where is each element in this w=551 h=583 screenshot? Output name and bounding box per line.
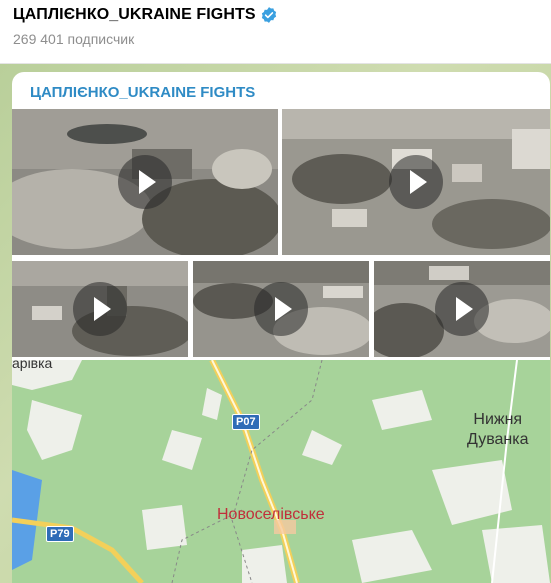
village-line-2: Дуванка bbox=[467, 431, 529, 448]
channel-title-row[interactable]: ЦАПЛІЄНКО_UKRAINE FIGHTS bbox=[13, 6, 278, 24]
video-thumbnail-2[interactable] bbox=[282, 109, 550, 255]
road-badge-p07: P07 bbox=[232, 414, 260, 430]
play-icon[interactable] bbox=[118, 155, 172, 209]
channel-name[interactable]: ЦАПЛІЄНКО_UKRAINE FIGHTS bbox=[13, 6, 256, 24]
play-icon[interactable] bbox=[254, 282, 308, 336]
map-preview[interactable]: арівка P07 P79 Нижня Дуванка Новоселівсь… bbox=[12, 360, 550, 583]
map-village-label: Нижня Дуванка bbox=[467, 410, 529, 450]
message-author[interactable]: ЦАПЛІЄНКО_UKRAINE FIGHTS bbox=[30, 84, 255, 101]
channel-header[interactable]: ЦАПЛІЄНКО_UKRAINE FIGHTS 269 401 подписч… bbox=[0, 0, 551, 64]
map-canvas bbox=[12, 360, 550, 583]
map-place-label: арівка bbox=[12, 360, 53, 371]
video-thumbnail-3[interactable] bbox=[12, 261, 188, 357]
verified-badge-icon bbox=[261, 7, 276, 23]
play-icon[interactable] bbox=[435, 282, 489, 336]
video-thumbnail-1[interactable] bbox=[12, 109, 278, 255]
subscriber-count: 269 401 подписчик bbox=[13, 31, 135, 47]
message-bubble: ЦАПЛІЄНКО_UKRAINE FIGHTS арівка P07 P79 … bbox=[12, 72, 550, 583]
play-icon[interactable] bbox=[73, 282, 127, 336]
highlighted-town-label: Новоселівське bbox=[217, 506, 325, 523]
video-thumbnail-4[interactable] bbox=[193, 261, 369, 357]
road-badge-p79: P79 bbox=[46, 526, 74, 542]
video-thumbnail-5[interactable] bbox=[374, 261, 550, 357]
village-line-1: Нижня bbox=[473, 411, 523, 428]
play-icon[interactable] bbox=[389, 155, 443, 209]
